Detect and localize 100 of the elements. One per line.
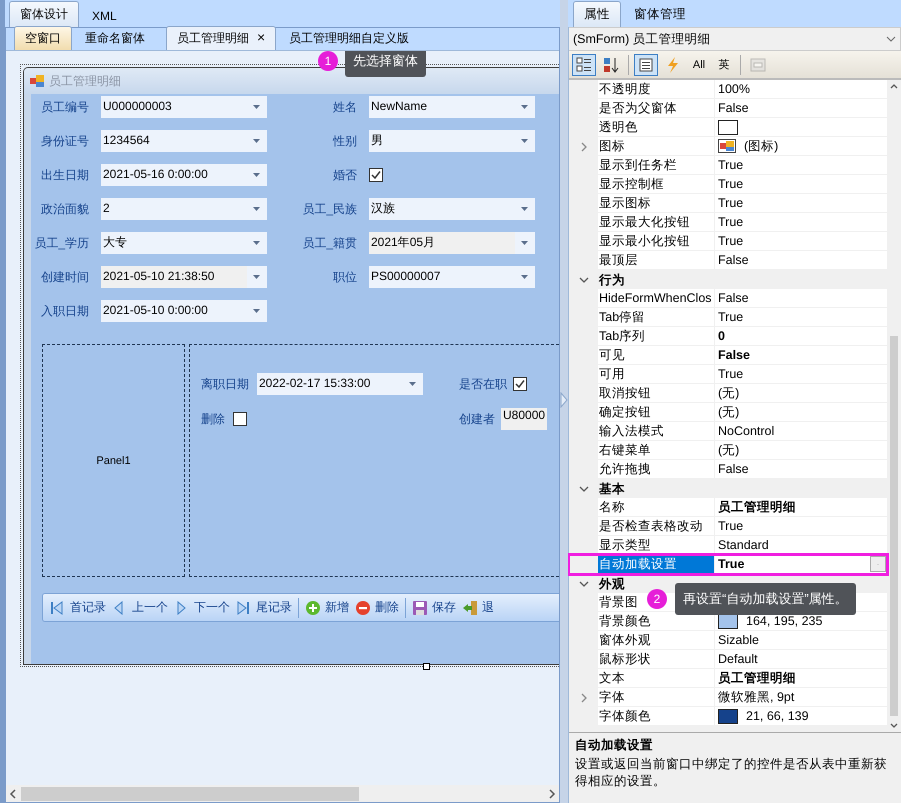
property-name: 确定按钮	[598, 403, 715, 422]
field-label: 性别	[332, 132, 358, 150]
categorized-icon	[576, 56, 592, 72]
collapse-chevron-icon[interactable]	[578, 580, 588, 586]
property-name: 是否为父窗体	[598, 99, 715, 118]
combo-field[interactable]: PS00000007	[369, 266, 535, 288]
property-value: True	[718, 215, 744, 229]
toolbar-button[interactable]: 删除	[352, 596, 402, 620]
combo-field[interactable]: 2	[101, 198, 267, 220]
combo-field[interactable]: 2021-05-10 0:00:00	[101, 300, 267, 322]
toolbar-button[interactable]: 首记录	[47, 596, 109, 620]
dropdown-caret-icon	[253, 105, 260, 109]
property-value: Standard	[718, 538, 769, 552]
resize-handle[interactable]	[423, 663, 430, 670]
property-name: 自动加载设置	[598, 555, 715, 574]
document-tab[interactable]: 员工管理明细自定义版	[278, 26, 420, 50]
property-name: 是否检查表格改动	[598, 517, 715, 536]
field-label: 创建时间	[40, 268, 90, 286]
property-value: True	[718, 234, 744, 248]
toolbar-button[interactable]: 新增	[302, 596, 352, 620]
toolbar-button[interactable]: 退	[459, 596, 497, 620]
combo-field[interactable]: 2021-05-16 0:00:00	[101, 164, 267, 186]
property-name: 背景颜色	[598, 612, 715, 631]
property-name: 显示图标	[598, 194, 715, 213]
property-value[interactable]: True	[718, 557, 744, 571]
designer-tab[interactable]: XML	[81, 4, 128, 27]
close-button[interactable]: ×	[257, 30, 266, 44]
object-selector[interactable]: (SmForm) 员工管理明细	[569, 27, 901, 51]
field-label: 政治面貌	[40, 200, 90, 218]
toolbar-button[interactable]: 尾记录	[233, 596, 295, 620]
property-name: 字体	[598, 688, 715, 707]
toolbar-button[interactable]: 上一个	[109, 596, 171, 620]
property-name: 显示到任务栏	[598, 156, 715, 175]
category-header[interactable]: 基本	[598, 480, 714, 498]
document-tab[interactable]: 员工管理明细 ×	[166, 26, 276, 50]
property-value: (无)	[718, 404, 740, 420]
field-label: 员工_民族	[301, 200, 358, 218]
field-label: 员工编号	[40, 98, 90, 116]
toolbar-button[interactable]	[634, 54, 658, 76]
document-tab[interactable]: 重命名窗体	[74, 26, 156, 50]
panel-tab[interactable]: 窗体管理	[623, 1, 697, 27]
combo-field[interactable]: 2022-02-17 15:33:00	[257, 373, 423, 395]
property-value: 员工管理明细	[718, 498, 796, 516]
panel-tab[interactable]: 属性	[573, 1, 621, 27]
property-value: True	[718, 367, 744, 381]
combo-field[interactable]: 汉族	[369, 198, 535, 220]
field-label: 婚否	[332, 166, 358, 184]
property-value: (无)	[718, 442, 740, 458]
combo-field[interactable]: 2021-05-10 21:38:50	[101, 266, 267, 288]
tab-label: 空窗口	[25, 31, 61, 45]
dropdown-caret-icon	[521, 105, 528, 109]
vertical-scrollbar[interactable]	[887, 80, 901, 732]
property-name: Tab序列	[598, 327, 715, 346]
combo-field[interactable]: NewName	[369, 96, 535, 118]
panel-caption: Panel1	[96, 454, 131, 466]
scroll-right-icon	[548, 788, 556, 798]
toolbar-button[interactable]: 英	[713, 54, 735, 76]
property-name: 可用	[598, 365, 715, 384]
scroll-up-icon	[890, 84, 898, 89]
combo-field[interactable]: 大专	[101, 232, 267, 254]
property-name: 透明色	[598, 118, 715, 137]
category-header[interactable]: 行为	[598, 270, 714, 288]
property-name: 显示最大化按钮	[598, 213, 715, 232]
combo-field[interactable]: 男	[369, 130, 535, 152]
step-badge: 1	[318, 51, 338, 71]
field-label: 身份证号	[40, 132, 90, 150]
combo-field[interactable]: 1234564	[101, 130, 267, 152]
description-text: 设置或返回当前窗口中绑定了的控件是否从表中重新获得相应的设置。	[575, 756, 888, 790]
exit-icon	[462, 600, 478, 616]
property-value: Sizable	[718, 633, 759, 647]
toolbar-button[interactable]	[572, 54, 596, 76]
toolbar-button[interactable]: 保存	[409, 596, 459, 620]
checkbox[interactable]	[513, 377, 527, 391]
combo-field[interactable]: U000000003	[101, 96, 267, 118]
property-name: 不透明度	[598, 80, 715, 99]
sort-alphabetical-icon	[603, 56, 619, 72]
property-name: 显示最小化按钮	[598, 232, 715, 251]
combo-field[interactable]: 2021年05月	[369, 232, 535, 254]
designer-tab[interactable]: 窗体设计	[9, 1, 79, 27]
expand-chevron-icon[interactable]	[580, 692, 586, 702]
checkbox[interactable]	[233, 412, 247, 426]
field-label: 是否在职	[459, 376, 507, 392]
property-value: 员工管理明细	[718, 670, 796, 686]
field-label: 出生日期	[40, 166, 90, 184]
expand-chevron-icon[interactable]	[580, 142, 586, 152]
collapse-chevron-icon[interactable]	[578, 276, 588, 282]
property-name: 文本	[598, 669, 715, 688]
toolbar-button[interactable]: All	[688, 54, 710, 76]
property-value: 0	[718, 329, 725, 343]
collapse-chevron-icon[interactable]	[578, 486, 588, 492]
horizontal-scrollbar[interactable]	[6, 785, 559, 802]
tooltip: 先选择窗体	[345, 51, 426, 77]
property-name: 右键菜单	[598, 441, 715, 460]
document-tab[interactable]: 空窗口	[14, 26, 72, 50]
field-label: 创建者	[459, 410, 495, 428]
text-field[interactable]: U80000	[501, 408, 548, 430]
save-icon	[412, 600, 428, 616]
checkbox[interactable]	[369, 168, 383, 182]
property-name: 显示控制框	[598, 175, 715, 194]
toolbar-button[interactable]: 下一个	[171, 596, 233, 620]
